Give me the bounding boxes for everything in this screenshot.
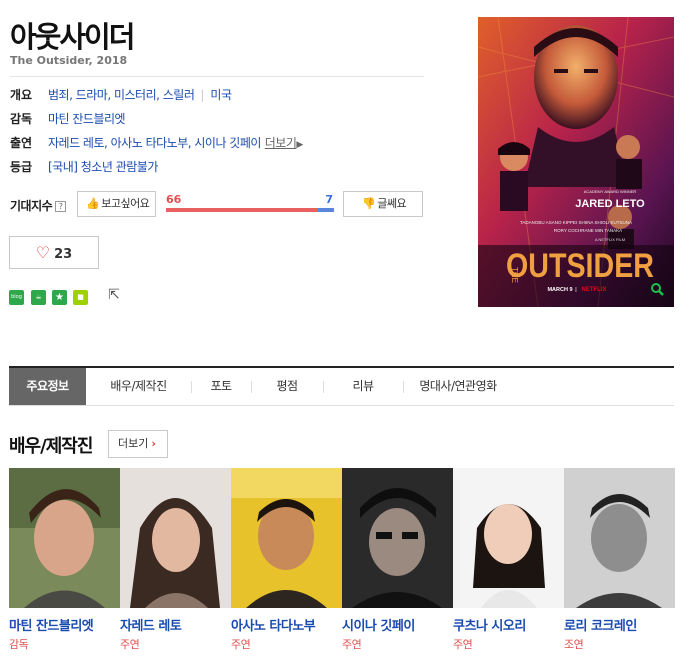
like-count: 23 [54, 247, 73, 262]
poster-separator: | [575, 287, 576, 293]
tab-review[interactable]: 리뷰 [323, 368, 403, 405]
cafe-icon[interactable]: ☕ [31, 290, 46, 305]
person-name[interactable]: 쿠츠나 시오리 [453, 615, 564, 634]
person-photo[interactable] [564, 468, 675, 608]
person-role: 주연 [231, 638, 251, 651]
expectation-bar [166, 208, 334, 212]
expectation-label: 기대지수? [10, 197, 67, 214]
poster-big-title: OUTSIDER [506, 247, 654, 285]
poster-cast-line2: RORY COCHRANE MIN TANAKA [554, 228, 622, 233]
person-card[interactable]: 마틴 잔드블리엣 감독 [9, 468, 120, 652]
poster-cast-line1: TADANOBU ASANO KIPPEI SHIINA SHIOLI KUTS… [520, 220, 632, 225]
info-overview-row: 개요 범죄, 드라마, 미스터리, 스릴러 | 미국 [10, 86, 232, 104]
person-name[interactable]: 자레드 레토 [120, 615, 231, 634]
cast-label: 출연 [10, 136, 33, 150]
poster-credit-top: ACADEMY AWARD WINNER [584, 189, 637, 194]
bookmark-star-icon[interactable]: ★ [52, 290, 67, 305]
country-link[interactable]: 미국 [210, 88, 232, 102]
cast-more-link[interactable]: 더보기 [265, 136, 297, 150]
person-role: 조연 [564, 638, 584, 651]
original-title: The Outsider, 2018 [10, 54, 128, 67]
rating-link[interactable]: [국내] 청소년 관람불가 [48, 160, 158, 174]
thumbs-down-icon: 👎 [362, 197, 376, 210]
want-count: 66 [166, 193, 182, 206]
poster-brand: NETFLIX [582, 287, 607, 293]
person-name[interactable]: 로리 코크레인 [564, 615, 675, 634]
tab-rating[interactable]: 평점 [251, 368, 323, 405]
blog-icon[interactable]: blog [9, 290, 24, 305]
person-name[interactable]: 시이나 깃페이 [342, 615, 453, 634]
info-director-row: 감독 마틴 잔드블리엣 [10, 110, 126, 128]
genres-link[interactable]: 범죄, 드라마, 미스터리, 스릴러 [48, 88, 195, 102]
person-photo[interactable] [231, 468, 342, 608]
person-name[interactable]: 아사노 타다노부 [231, 615, 342, 634]
poster-star-name: JARED LETO [575, 198, 645, 210]
person-role: 주연 [120, 638, 140, 651]
person-card[interactable]: 쿠츠나 시오리 주연 [453, 468, 564, 652]
person-role: 감독 [9, 638, 29, 651]
chevron-right-icon: ▶ [296, 140, 304, 150]
zoom-search-icon[interactable] [650, 282, 664, 300]
person-card[interactable]: 시이나 깃페이 주연 [342, 468, 453, 652]
page-title: 아웃사이더 [10, 20, 135, 54]
not-interested-label: 글쎄요 [377, 197, 407, 210]
person-role: 주연 [342, 638, 362, 651]
help-icon[interactable]: ? [55, 201, 67, 212]
thumbs-up-icon: 👍 [86, 197, 100, 210]
like-button[interactable]: ♡ 23 [9, 236, 99, 269]
tab-cast-crew[interactable]: 배우/제작진 [86, 368, 191, 405]
want-to-see-button[interactable]: 👍 보고싶어요 [77, 191, 156, 217]
header-divider [10, 76, 424, 77]
tab-main-info[interactable]: 주요정보 [9, 368, 86, 405]
person-card[interactable]: 로리 코크레인 조연 [564, 468, 675, 652]
person-photo[interactable] [453, 468, 564, 608]
director-link[interactable]: 마틴 잔드블리엣 [48, 112, 126, 126]
tab-photo[interactable]: 포토 [191, 368, 251, 405]
heart-icon: ♡ [35, 243, 51, 262]
movie-poster[interactable]: ACADEMY AWARD WINNER JARED LETO TADANOBU… [478, 17, 674, 307]
not-interested-button[interactable]: 👎 글쎄요 [343, 191, 423, 217]
person-photo[interactable] [342, 468, 453, 608]
cast-section-title: 배우/제작진 [9, 436, 93, 457]
cast-more-label: 더보기 [118, 437, 149, 450]
not-want-count: 7 [325, 193, 333, 206]
export-share-icon[interactable]: ⇱ [105, 288, 123, 306]
tab-bar: 주요정보 배우/제작진 포토 평점 리뷰 명대사/연관영화 [9, 366, 674, 406]
person-photo[interactable] [9, 468, 120, 608]
tab-quotes-related[interactable]: 명대사/연관영화 [403, 368, 513, 405]
expectation-bar-fill [166, 208, 318, 212]
separator: | [200, 88, 205, 102]
poster-netflix-film: A NETFLIX FILM [595, 237, 625, 242]
person-photo[interactable] [120, 468, 231, 608]
want-to-see-label: 보고싶어요 [101, 197, 150, 210]
expectation-label-text: 기대지수 [10, 199, 53, 213]
chevron-right-icon: › [151, 437, 156, 450]
person-card[interactable]: 자레드 레토 주연 [120, 468, 231, 652]
cast-more-button[interactable]: 더보기 › [108, 430, 168, 458]
cast-links[interactable]: 자레드 레토, 아사노 타다노부, 시이나 깃페이 [48, 136, 261, 150]
info-rating-row: 등급 [국내] 청소년 관람불가 [10, 158, 158, 176]
overview-label: 개요 [10, 88, 33, 102]
person-name[interactable]: 마틴 잔드블리엣 [9, 615, 120, 634]
director-label: 감독 [10, 112, 33, 126]
person-card[interactable]: 아사노 타다노부 주연 [231, 468, 342, 652]
poster-release-date: MARCH 9 [547, 287, 572, 293]
rating-label: 등급 [10, 160, 33, 174]
info-cast-row: 출연 자레드 레토, 아사노 타다노부, 시이나 깃페이 더보기▶ [10, 134, 303, 152]
square-icon[interactable]: ■ [73, 290, 88, 305]
person-role: 주연 [453, 638, 473, 651]
